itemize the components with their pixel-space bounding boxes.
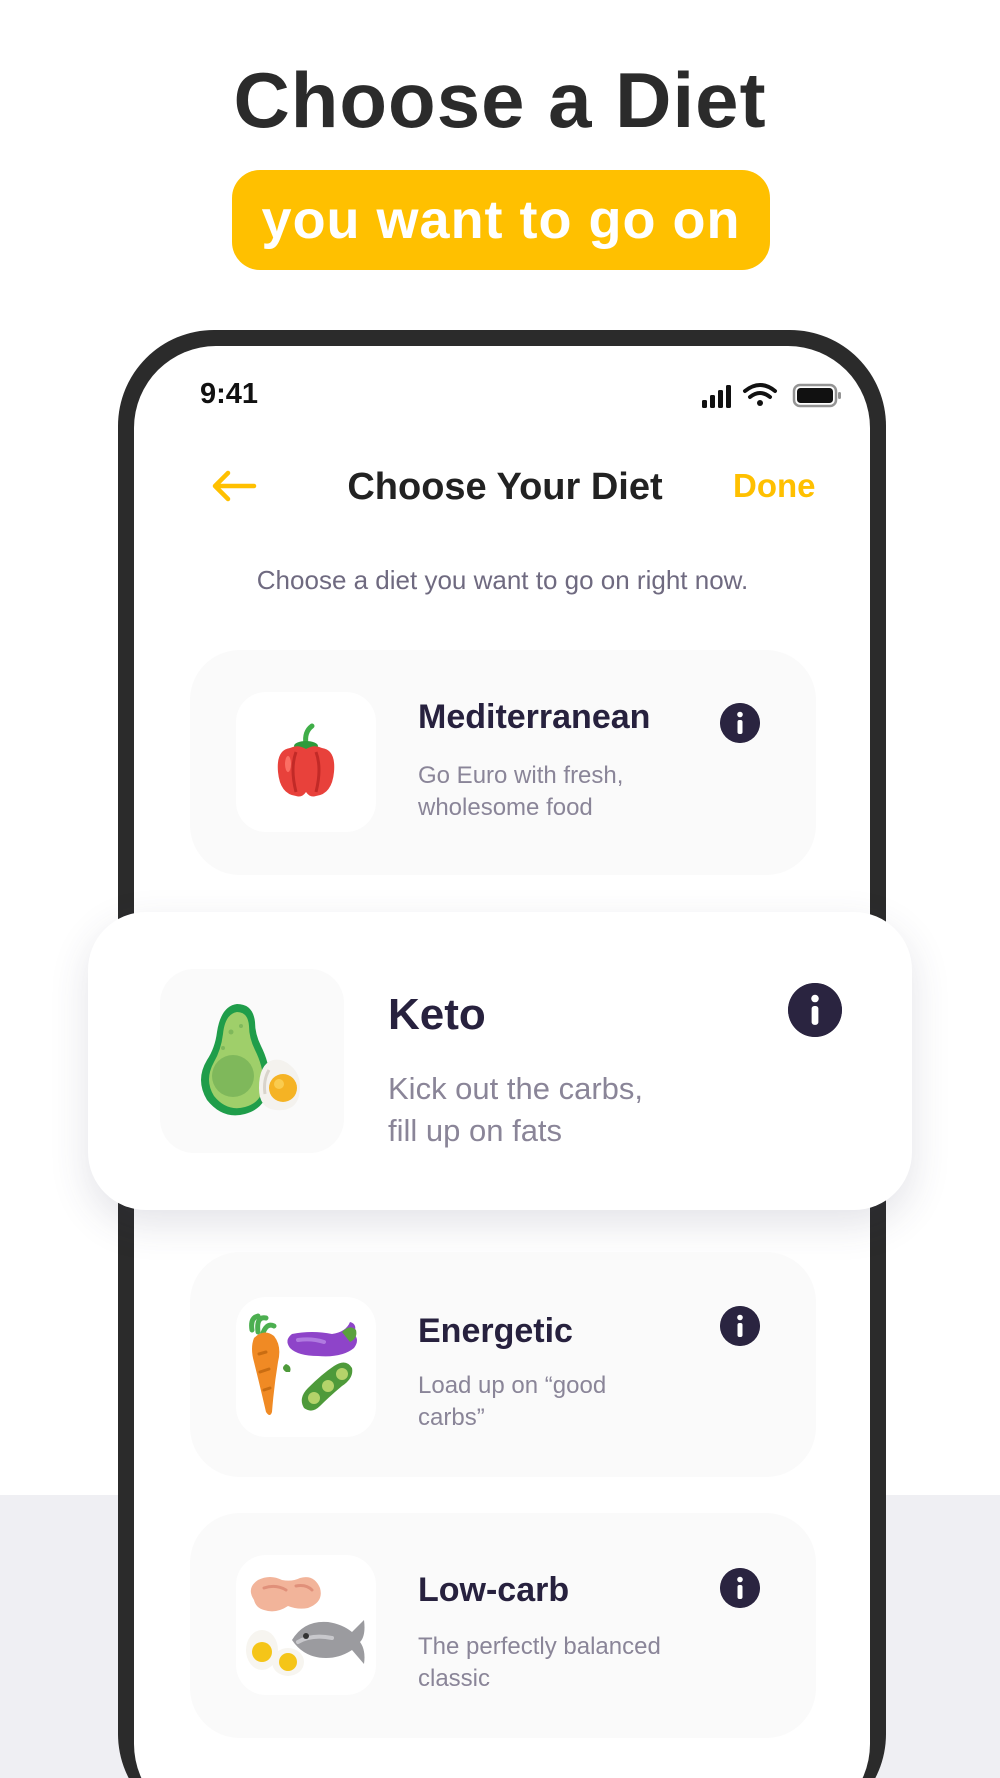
battery-icon — [792, 383, 841, 408]
diet-description-line: The perfectly balanced — [418, 1633, 661, 1660]
wifi-icon — [743, 383, 777, 406]
info-icon[interactable] — [720, 1306, 760, 1346]
diet-thumbnail — [236, 692, 376, 832]
done-button[interactable]: Done — [733, 467, 816, 505]
diet-description: Go Euro with fresh, wholesome food — [418, 760, 623, 825]
diet-description-line: classic — [418, 1665, 491, 1693]
status-time: 9:41 — [200, 378, 259, 410]
nav-title: Choose Your Diet — [347, 466, 663, 508]
diet-description: Load up on “good carbs” — [418, 1370, 606, 1435]
diet-description-line: Load up on “good — [418, 1372, 607, 1399]
diet-description-line: wholesome food — [418, 794, 593, 822]
diet-thumbnail — [160, 969, 344, 1153]
bell-pepper-icon — [277, 723, 335, 797]
diet-name: Mediterranean — [418, 698, 651, 736]
hero-title: Choose a Diet — [233, 56, 767, 144]
diet-description-line: Kick out the carbs, — [388, 1071, 644, 1106]
diet-name: Energetic — [418, 1312, 573, 1350]
diet-description: Kick out the carbs, fill up on fats — [388, 1068, 643, 1152]
diet-description-line: fill up on fats — [388, 1112, 563, 1148]
back-arrow-icon[interactable] — [210, 468, 258, 504]
info-icon[interactable] — [720, 703, 760, 743]
diet-card-keto[interactable]: Keto Kick out the carbs, fill up on fats — [88, 912, 912, 1210]
info-icon[interactable] — [788, 983, 842, 1037]
hero-highlight-badge: you want to go on — [232, 170, 770, 270]
diet-name: Keto — [388, 990, 486, 1039]
diet-description-line: carbs” — [418, 1404, 485, 1432]
diet-description: The perfectly balanced classic — [418, 1631, 661, 1696]
vegetables-icon — [249, 1313, 357, 1415]
diet-name: Low-carb — [418, 1571, 570, 1609]
diet-card-low-carb[interactable]: Low-carb The perfectly balanced classic — [190, 1513, 816, 1738]
signal-icon — [702, 385, 731, 408]
avocado-egg-icon — [201, 1004, 300, 1116]
status-icons — [702, 383, 841, 408]
info-icon[interactable] — [720, 1568, 760, 1608]
diet-description-line: Go Euro with fresh, — [418, 762, 624, 789]
diet-card-mediterranean[interactable]: Mediterranean Go Euro with fresh, wholes… — [190, 650, 816, 875]
diet-thumbnail — [236, 1297, 376, 1437]
diet-card-energetic[interactable]: Energetic Load up on “good carbs” — [190, 1252, 816, 1477]
diet-thumbnail — [236, 1555, 376, 1695]
egg-fish-peanut-icon — [246, 1577, 365, 1676]
screen-subtitle: Choose a diet you want to go on right no… — [256, 565, 749, 595]
